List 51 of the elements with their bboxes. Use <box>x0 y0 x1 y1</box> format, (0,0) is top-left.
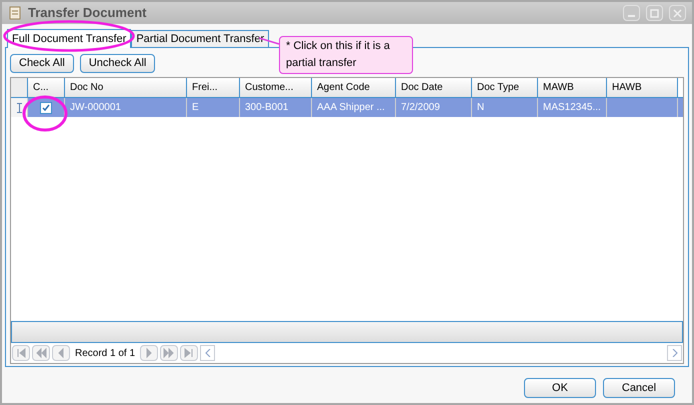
table-cell: 300-B001 <box>240 98 312 117</box>
column-header[interactable]: MAWB <box>538 78 607 97</box>
column-header[interactable]: HAWB <box>607 78 678 97</box>
tab[interactable]: Full Document Transfer <box>7 29 132 48</box>
previous-record-button[interactable] <box>52 345 70 361</box>
table-cell: JW-000001 <box>65 98 187 117</box>
maximize-button[interactable] <box>646 5 663 21</box>
column-header[interactable]: Doc Date <box>396 78 472 97</box>
highlight-ellipse <box>22 95 68 132</box>
table-cell: 7/2/2009 <box>396 98 472 117</box>
horizontal-scrollbar[interactable] <box>200 345 682 361</box>
table-cell: N <box>472 98 538 117</box>
document-icon <box>8 6 22 20</box>
previous-record-button[interactable] <box>12 345 30 361</box>
table-cell: AAA Shipper ... <box>312 98 396 117</box>
ok-button[interactable]: OK <box>524 378 596 398</box>
arrow-icon <box>163 347 176 359</box>
cancel-button[interactable]: Cancel <box>603 378 675 398</box>
arrow-icon <box>35 347 47 359</box>
record-counter: Record 1 of 1 <box>74 346 136 360</box>
close-button[interactable] <box>669 5 686 21</box>
table-cell: MAS12345... <box>538 98 607 117</box>
scroll-right-button[interactable] <box>667 345 682 361</box>
column-header[interactable]: Custome... <box>240 78 312 97</box>
minimize-icon <box>627 15 636 17</box>
tab[interactable]: Partial Document Transfer <box>131 30 270 47</box>
arrow-icon <box>183 347 196 359</box>
maximize-icon <box>650 8 659 18</box>
close-icon <box>673 8 682 18</box>
cursor-icon <box>16 102 22 112</box>
next-record-button[interactable] <box>180 345 198 361</box>
scroll-left-button[interactable] <box>200 345 216 361</box>
uncheck-all-button[interactable]: Uncheck All <box>80 54 156 73</box>
next-record-button[interactable] <box>140 345 158 361</box>
column-header[interactable]: Doc No <box>65 78 187 97</box>
checkmark-icon <box>42 104 50 112</box>
table-cell: E <box>187 98 240 117</box>
arrow-icon <box>15 347 27 359</box>
checkbox[interactable] <box>40 102 52 114</box>
minimize-button[interactable] <box>623 5 640 21</box>
check-all-button[interactable]: Check All <box>10 54 74 73</box>
callout-text: * Click on this if it is a partial transfer <box>286 39 391 71</box>
previous-record-button[interactable] <box>32 345 50 361</box>
column-header[interactable]: Doc Type <box>472 78 538 97</box>
chevron-left-icon <box>204 349 211 357</box>
next-record-button[interactable] <box>160 345 178 361</box>
window-title: Transfer Document <box>28 4 148 22</box>
column-header[interactable]: Frei... <box>187 78 240 97</box>
column-header[interactable]: C... <box>28 78 65 97</box>
column-header[interactable]: Agent Code <box>312 78 396 97</box>
chevron-right-icon <box>672 349 678 357</box>
